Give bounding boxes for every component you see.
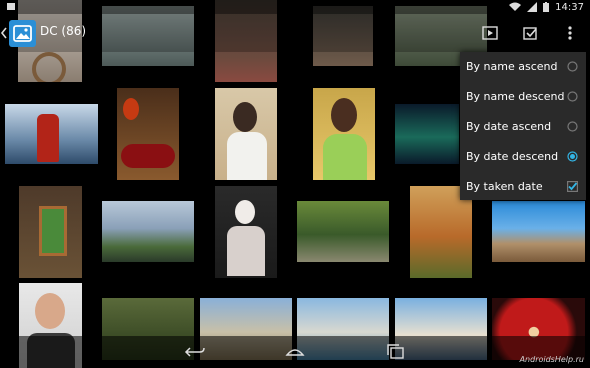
checkbox-checked-icon[interactable]: [567, 181, 578, 192]
back-icon[interactable]: [184, 343, 206, 361]
wifi-icon: [509, 2, 522, 11]
sort-menu: By name ascend By name descend By date a…: [460, 52, 586, 200]
home-icon[interactable]: [284, 343, 306, 361]
radio-checked-icon[interactable]: [567, 151, 578, 162]
photo-thumbnail-glassware[interactable]: [117, 88, 179, 180]
navigation-bar: [0, 336, 590, 368]
photo-thumbnail-pagoda[interactable]: [102, 201, 194, 262]
photo-thumbnail-red-dress[interactable]: [5, 104, 98, 164]
album-title: DC (86): [40, 24, 87, 38]
photo-thumbnail-bride[interactable]: [215, 88, 277, 180]
watermark: AndroidsHelp.ru: [519, 355, 584, 364]
menu-item-name-descend[interactable]: By name descend: [460, 82, 586, 112]
recents-icon[interactable]: [384, 343, 406, 361]
radio-unchecked-icon[interactable]: [567, 91, 578, 102]
action-bar: DC (86): [0, 14, 590, 52]
status-bar: 14:37: [0, 0, 590, 14]
photo-thumbnail-parthenon[interactable]: [492, 201, 585, 262]
photo-thumbnail-geisha[interactable]: [215, 186, 277, 278]
menu-item-taken-date[interactable]: By taken date: [460, 172, 586, 202]
photo-thumbnail-green-dress[interactable]: [313, 88, 375, 180]
menu-item-date-ascend[interactable]: By date ascend: [460, 112, 586, 142]
radio-unchecked-icon[interactable]: [567, 121, 578, 132]
slideshow-icon[interactable]: [480, 23, 500, 43]
photo-thumbnail-window[interactable]: [19, 186, 82, 278]
photo-thumbnail-aurora[interactable]: [395, 104, 459, 164]
menu-item-label: By name ascend: [466, 60, 558, 73]
menu-item-label: By date descend: [466, 150, 559, 163]
photo-thumbnail-forest-path[interactable]: [297, 201, 389, 262]
menu-item-date-descend[interactable]: By date descend: [460, 142, 586, 172]
notification-icon: [7, 3, 15, 10]
menu-item-label: By name descend: [466, 90, 565, 103]
signal-icon: [527, 2, 538, 12]
gallery-app-icon[interactable]: [9, 20, 36, 47]
battery-icon: [543, 2, 550, 12]
menu-item-label: By date ascend: [466, 120, 552, 133]
select-icon[interactable]: [520, 23, 540, 43]
overflow-menu-icon[interactable]: [560, 23, 580, 43]
radio-unchecked-icon[interactable]: [567, 61, 578, 72]
menu-item-label: By taken date: [466, 180, 543, 193]
status-time: 14:37: [555, 1, 584, 13]
back-chevron-icon[interactable]: [0, 26, 8, 40]
menu-item-name-ascend[interactable]: By name ascend: [460, 52, 586, 82]
